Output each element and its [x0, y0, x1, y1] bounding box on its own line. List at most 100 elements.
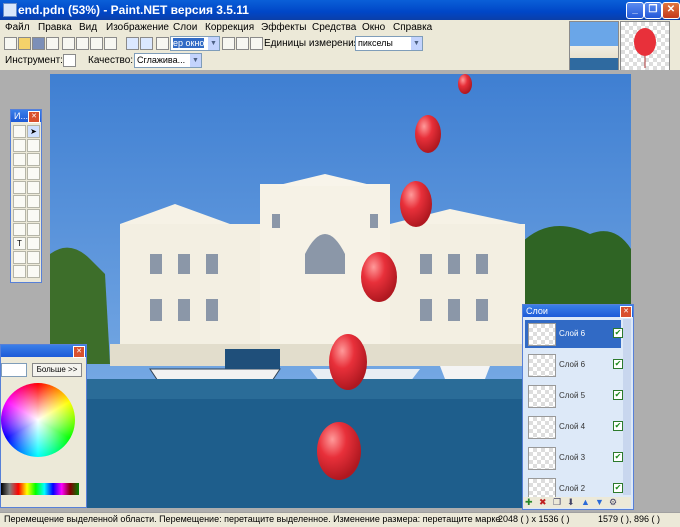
menu-edit[interactable]: Правка	[38, 22, 72, 33]
primary-secondary-combo[interactable]	[1, 363, 27, 377]
color-picker-icon[interactable]	[27, 209, 40, 222]
delete-layer-icon[interactable]: ✖	[539, 497, 547, 508]
layers-palette-title: Слои ✕	[523, 305, 633, 318]
menu-window[interactable]: Окно	[362, 22, 385, 33]
tools-palette: И... ✕ ➤ T	[10, 109, 42, 283]
paint-bucket-icon[interactable]	[13, 181, 26, 194]
menu-view[interactable]: Вид	[79, 22, 97, 33]
redo-icon[interactable]	[140, 37, 153, 50]
paintbrush-icon[interactable]	[13, 195, 26, 208]
layer-visibility-checkbox[interactable]: ✔	[613, 328, 623, 338]
tools-palette-title: И... ✕	[11, 110, 41, 123]
layer-name: Слой 5	[559, 391, 586, 400]
layer-visibility-checkbox[interactable]: ✔	[613, 390, 623, 400]
layer-name: Слой 2	[559, 484, 586, 493]
units-value: пикселы	[358, 38, 393, 48]
undo-icon[interactable]	[126, 37, 139, 50]
layer-row[interactable]: Слой 3 ✔	[525, 444, 623, 472]
lasso-tool-icon[interactable]	[13, 139, 26, 152]
layer-thumbnail	[528, 447, 556, 470]
new-icon[interactable]	[4, 37, 17, 50]
close-icon[interactable]: ✕	[620, 306, 632, 318]
duplicate-layer-icon[interactable]: ❐	[553, 497, 561, 508]
ellipse-select-icon[interactable]	[13, 153, 26, 166]
zoom-in-icon[interactable]	[222, 37, 235, 50]
move-layer-down-icon[interactable]: ▼	[595, 497, 604, 507]
merge-layer-icon[interactable]: ⬇	[567, 497, 575, 508]
status-hint: Перемещение выделенной области. Перемеще…	[4, 514, 501, 524]
magic-wand-icon[interactable]	[13, 167, 26, 180]
print-icon[interactable]	[46, 37, 59, 50]
minimize-button[interactable]: _	[626, 2, 644, 19]
move-tool-icon[interactable]: ➤	[27, 125, 40, 138]
add-layer-icon[interactable]: ✚	[525, 497, 533, 508]
move-selection-icon[interactable]	[27, 139, 40, 152]
copy-icon[interactable]	[76, 37, 89, 50]
freeform-shape-icon[interactable]	[27, 265, 40, 278]
text-tool-icon[interactable]: T	[13, 237, 26, 250]
close-button[interactable]: ✕	[662, 2, 680, 19]
image-thumbnail-photo[interactable]	[569, 21, 619, 71]
layer-name: Слой 4	[559, 422, 586, 431]
layer-visibility-checkbox[interactable]: ✔	[613, 421, 623, 431]
maximize-button[interactable]: ❐	[644, 2, 662, 19]
layer-visibility-checkbox[interactable]: ✔	[613, 483, 623, 493]
layer-row[interactable]: Слой 6 ✔	[525, 320, 623, 348]
quality-combo[interactable]: Сглажива... ▼	[134, 53, 202, 68]
zoom-icon[interactable]	[156, 37, 169, 50]
ellipse-tool-icon[interactable]	[13, 265, 26, 278]
color-swatches[interactable]	[1, 483, 79, 495]
close-icon[interactable]: ✕	[28, 111, 40, 123]
layer-thumbnail	[528, 416, 556, 439]
line-tool-icon[interactable]	[27, 237, 40, 250]
quality-value: Сглажива...	[137, 55, 186, 65]
recolor-icon[interactable]	[27, 223, 40, 236]
chevron-down-icon: ▼	[190, 54, 201, 67]
open-icon[interactable]	[18, 37, 31, 50]
colors-palette-title: ✕	[1, 345, 86, 358]
move-selection-tool-icon[interactable]	[63, 54, 76, 67]
layers-scrollbar[interactable]	[623, 319, 631, 495]
layer-row[interactable]: Слой 4 ✔	[525, 413, 623, 441]
cut-icon[interactable]	[62, 37, 75, 50]
app-icon	[3, 3, 17, 17]
layer-thumbnail	[528, 385, 556, 408]
rounded-rect-icon[interactable]	[27, 251, 40, 264]
menu-file[interactable]: Файл	[5, 22, 30, 33]
paste-icon[interactable]	[90, 37, 103, 50]
zoom-tool-icon[interactable]	[27, 153, 40, 166]
image-thumbnail-balloon[interactable]	[620, 21, 670, 71]
cursor-position-readout: 1579 ( ), 896 ( )	[598, 514, 661, 524]
menu-effects[interactable]: Эффекты	[261, 22, 306, 33]
clone-stamp-icon[interactable]	[13, 223, 26, 236]
rulers-icon[interactable]	[250, 37, 263, 50]
rect-select-tool-icon[interactable]	[13, 125, 26, 138]
menu-help[interactable]: Справка	[393, 22, 432, 33]
close-icon[interactable]: ✕	[73, 346, 85, 358]
pencil-icon[interactable]	[13, 209, 26, 222]
layer-row[interactable]: Слой 6 ✔	[525, 351, 623, 379]
gradient-icon[interactable]	[27, 181, 40, 194]
layer-visibility-checkbox[interactable]: ✔	[613, 359, 623, 369]
color-wheel[interactable]	[1, 383, 75, 457]
layers-palette: Слои ✕ Слой 6 ✔ Слой 6 ✔ Слой 5 ✔ Слой 4…	[522, 304, 634, 510]
more-button[interactable]: Больше >>	[32, 363, 82, 377]
grid-icon[interactable]	[236, 37, 249, 50]
menu-image[interactable]: Изображение	[106, 22, 169, 33]
menu-layers[interactable]: Слои	[173, 22, 197, 33]
layer-thumbnail	[528, 323, 556, 346]
layer-visibility-checkbox[interactable]: ✔	[613, 452, 623, 462]
menu-adjustments[interactable]: Коррекция	[205, 22, 254, 33]
move-layer-up-icon[interactable]: ▲	[581, 497, 590, 507]
layer-properties-icon[interactable]: ⚙	[609, 497, 617, 508]
zoom-combo[interactable]: ер окно ▼	[170, 36, 220, 51]
units-combo[interactable]: пикселы ▼	[355, 36, 423, 51]
menu-utilities[interactable]: Средства	[312, 22, 356, 33]
image-size-readout: 2048 ( ) x 1536 ( )	[498, 514, 570, 524]
layer-row[interactable]: Слой 5 ✔	[525, 382, 623, 410]
crop-icon[interactable]	[104, 37, 117, 50]
eraser-icon[interactable]	[27, 195, 40, 208]
rectangle-tool-icon[interactable]	[13, 251, 26, 264]
pan-tool-icon[interactable]	[27, 167, 40, 180]
save-icon[interactable]	[32, 37, 45, 50]
